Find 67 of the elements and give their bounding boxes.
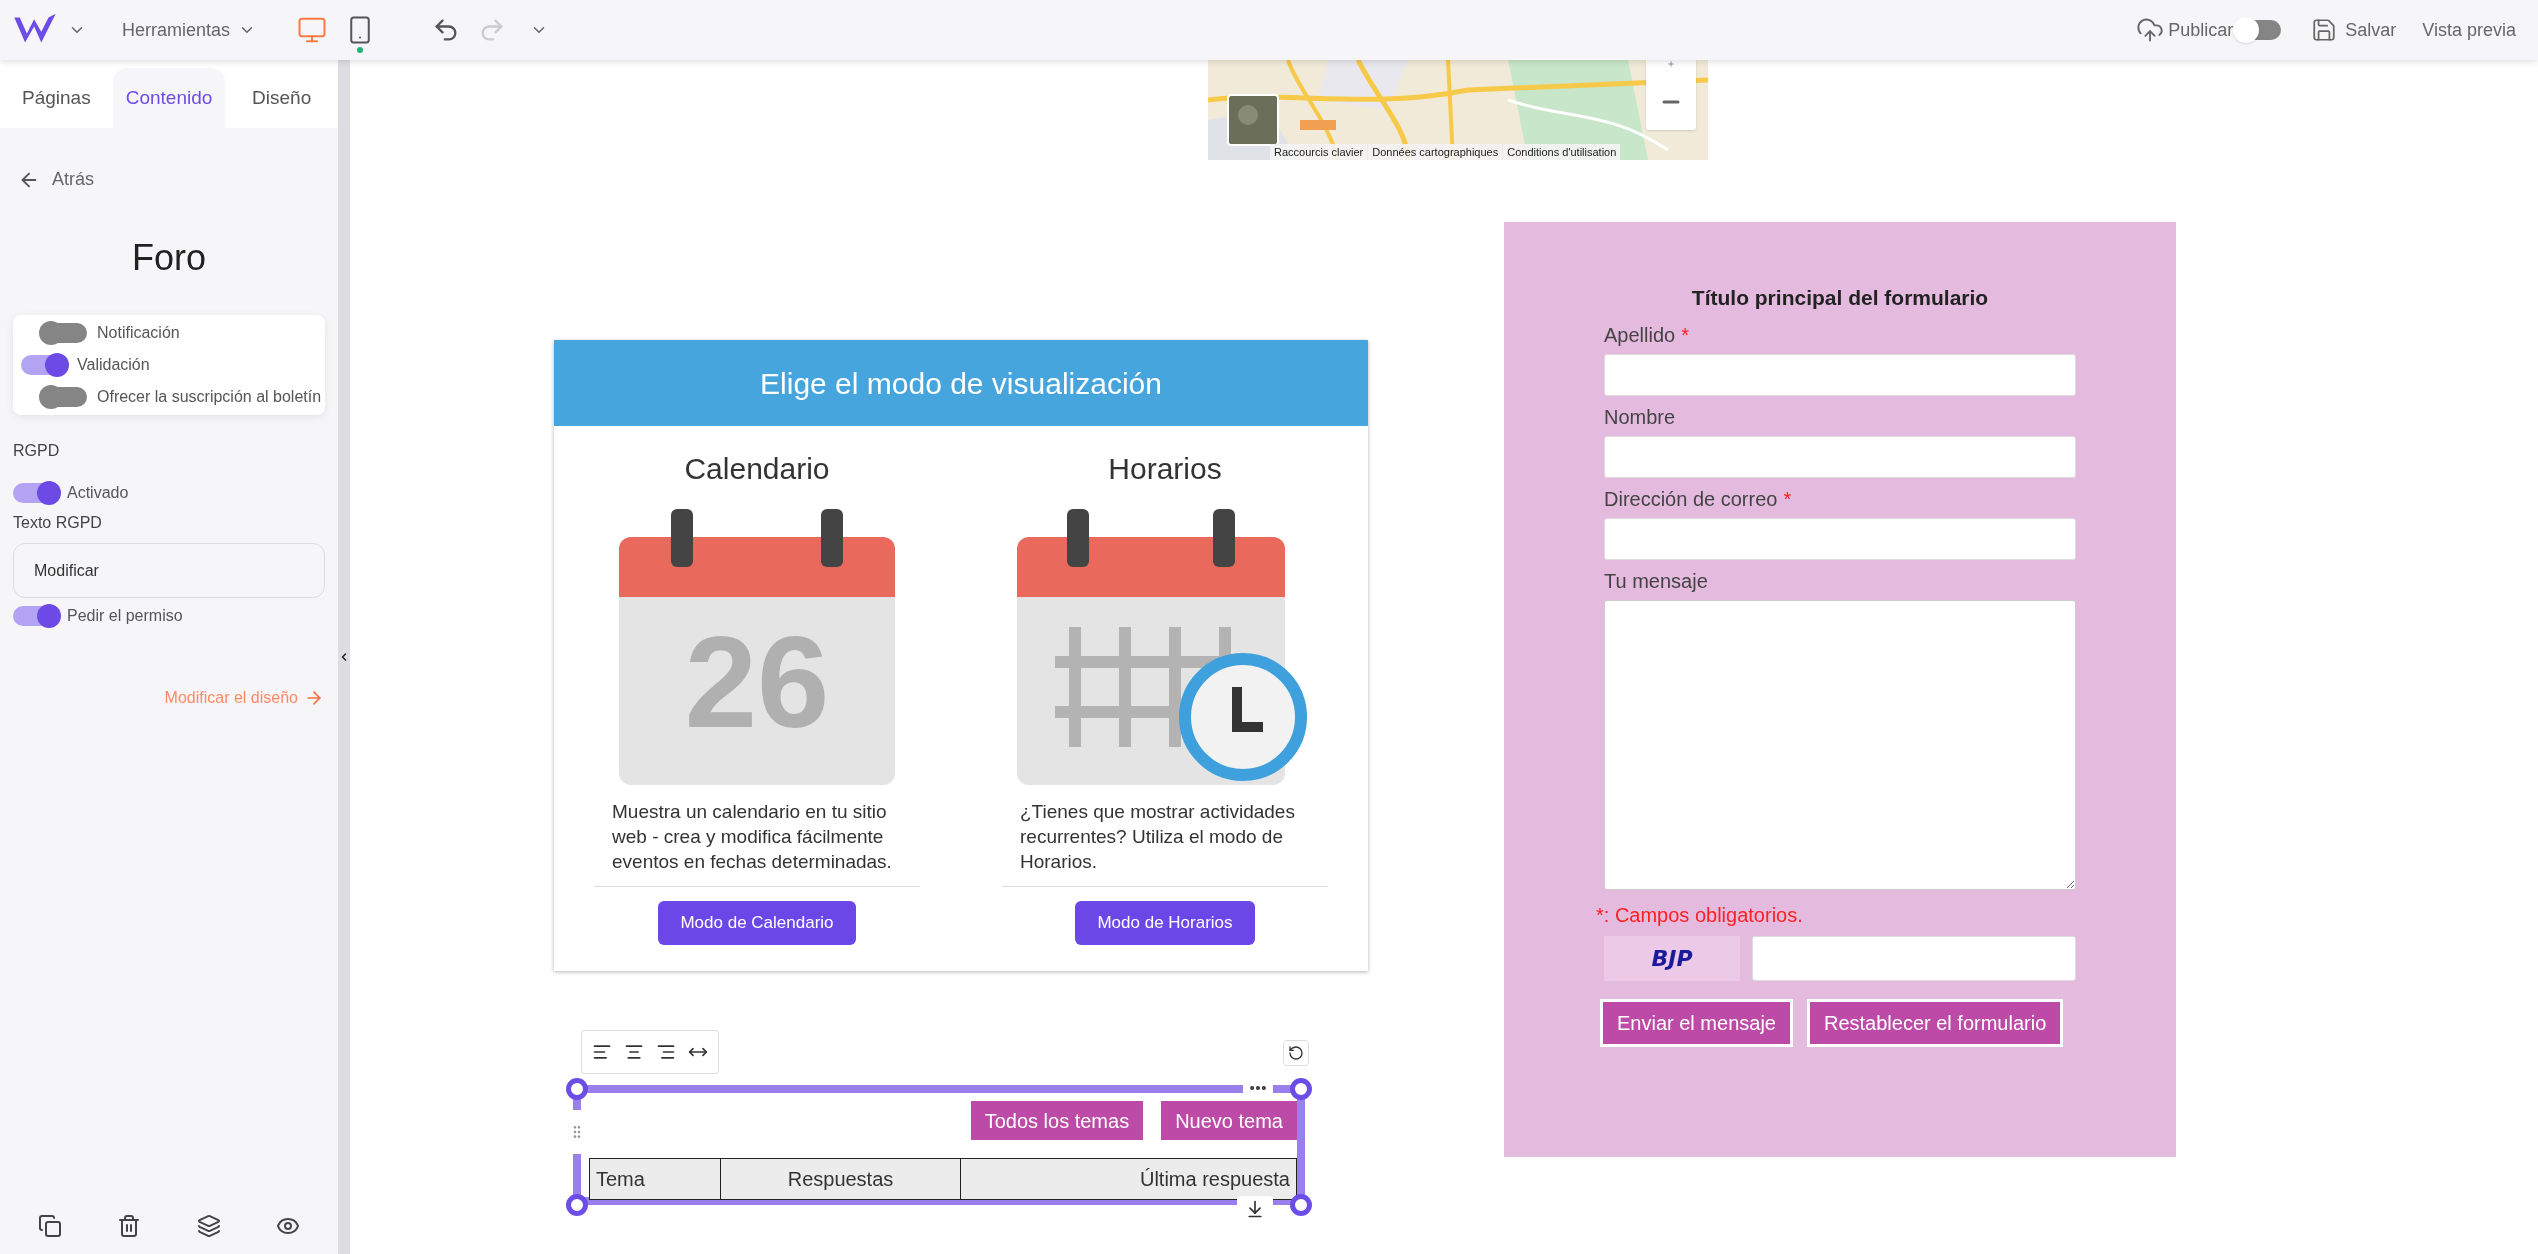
- input-field[interactable]: [1604, 353, 2076, 396]
- field-label: Apellido: [1604, 322, 1676, 348]
- forum-button[interactable]: Todos los temas: [970, 1101, 1144, 1140]
- form-button[interactable]: Restablecer el formulario: [1806, 998, 2064, 1047]
- publish-toggle[interactable]: [2235, 20, 2282, 40]
- resize-handle[interactable]: [1290, 1194, 1312, 1216]
- align-center-icon[interactable]: [624, 1042, 644, 1062]
- field-label: Tu mensaje: [1604, 568, 1708, 594]
- option-description: Muestra un calendario en tu sitio web - crea y modifica fácilmente eventos en fechas determinadas.: [612, 800, 893, 874]
- mode-button[interactable]: Modo de Horarios: [1075, 901, 1255, 945]
- input-field[interactable]: [1604, 435, 2076, 478]
- toggle-switch[interactable]: [13, 483, 59, 503]
- duplicate-icon[interactable]: [37, 1214, 62, 1238]
- toggle-switch[interactable]: [21, 355, 67, 375]
- save-icon[interactable]: [2311, 17, 2338, 43]
- section-heading: RGPD: [13, 441, 61, 461]
- form-title: Título principal del formulario: [1690, 285, 1990, 311]
- option-label: Notificación: [97, 323, 180, 343]
- message-field[interactable]: [1604, 599, 2076, 890]
- back-link[interactable]: Atrás: [52, 166, 94, 193]
- sidebar-tab[interactable]: Diseño: [225, 68, 338, 128]
- forum-button[interactable]: Nuevo tema: [1161, 1101, 1297, 1140]
- column-header: Respuestas: [720, 1159, 960, 1199]
- input-field[interactable]: [1604, 517, 2076, 560]
- sidebar-tab[interactable]: Contenido: [112, 68, 226, 128]
- option-description: ¿Tienes que mostrar actividades recurrentes? Utiliza el modo de Horarios.: [1020, 800, 1296, 874]
- captcha-field[interactable]: [1752, 935, 2076, 981]
- captcha-image: BJP: [1604, 935, 1740, 981]
- required-note: *: Campos obligatorios.: [1596, 902, 1804, 928]
- panel-title: Foro: [131, 236, 207, 280]
- toggle-label: Pedir el permiso: [67, 606, 183, 626]
- tools-menu[interactable]: Herramientas: [122, 16, 257, 44]
- widget-header: Elige el modo de visualización: [554, 340, 1368, 426]
- toggle-label: Activado: [67, 483, 129, 503]
- align-right-icon[interactable]: [656, 1042, 676, 1062]
- field-label: Nombre: [1604, 404, 1676, 430]
- save-button[interactable]: Salvar: [2345, 16, 2397, 44]
- reset-icon[interactable]: [1283, 1040, 1309, 1066]
- map-attribution-link[interactable]: Données cartographiques: [1368, 144, 1503, 160]
- calendar-icon: [617, 507, 897, 787]
- cloud-upload-icon[interactable]: [2136, 16, 2165, 44]
- sidebar-tab[interactable]: Páginas: [0, 68, 113, 128]
- required-mark: *: [1681, 322, 1689, 348]
- align-left-icon[interactable]: [592, 1042, 612, 1062]
- toggle-switch[interactable]: [13, 606, 59, 626]
- option-heading: Horarios: [1108, 451, 1222, 487]
- trash-icon[interactable]: [117, 1214, 142, 1238]
- option-label: Ofrecer la suscripción al boletín: [97, 387, 322, 407]
- column-header: Tema: [595, 1167, 646, 1192]
- map-attribution-link[interactable]: Conditions d'utilisation: [1503, 144, 1621, 160]
- publish-label: Publicar: [2168, 18, 2234, 42]
- toggle-switch[interactable]: [41, 387, 87, 407]
- map-attribution-link[interactable]: Raccourcis clavier: [1270, 144, 1368, 160]
- mode-button[interactable]: Modo de Calendario: [658, 901, 856, 945]
- form-button[interactable]: Enviar el mensaje: [1600, 998, 1793, 1047]
- resize-handle[interactable]: [566, 1194, 588, 1216]
- toggle-switch[interactable]: [41, 323, 87, 343]
- edit-text-button[interactable]: Modificar: [13, 543, 325, 598]
- resize-handle[interactable]: [1290, 1078, 1312, 1100]
- layers-icon[interactable]: [196, 1214, 221, 1238]
- required-mark: *: [1783, 486, 1792, 512]
- preview-button[interactable]: Vista previa: [2422, 16, 2516, 44]
- field-label: Texto RGPD: [13, 513, 103, 533]
- option-heading: Calendario: [684, 451, 830, 487]
- option-label: Validación: [77, 355, 150, 375]
- resize-handle[interactable]: [566, 1078, 588, 1100]
- field-label: Dirección de correo: [1604, 486, 1778, 512]
